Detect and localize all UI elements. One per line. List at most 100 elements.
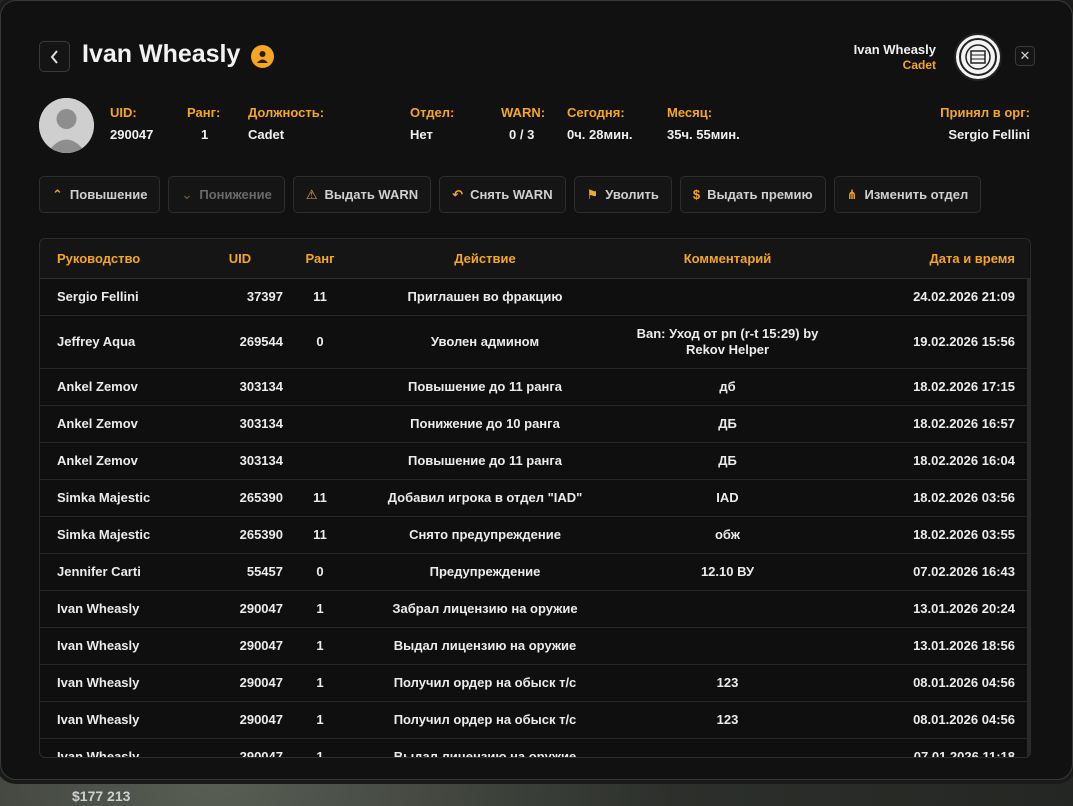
page-title: Ivan Wheasly <box>82 40 241 68</box>
cell-date: 18.02.2026 03:56 <box>840 479 1029 517</box>
coin-icon: $ <box>692 187 701 202</box>
cell-uid: 303134 <box>195 405 285 443</box>
cell-rank: 1 <box>285 627 355 665</box>
cell-date: 07.01.2026 11:18 <box>840 738 1029 757</box>
cell-rank: 11 <box>285 516 355 554</box>
column-header-comment: Комментарий <box>615 239 840 279</box>
cell-rank <box>285 405 355 443</box>
info-department: Отдел: Нет <box>410 105 455 142</box>
cell-rank: 1 <box>285 664 355 702</box>
table-row[interactable]: Jennifer Carti 55457 0 Предупреждение 12.10 … <box>40 553 1029 591</box>
cell-comment: 123 <box>615 701 840 739</box>
table-scrollbar[interactable] <box>1027 278 1030 757</box>
cell-uid: 265390 <box>195 479 285 517</box>
chevron-up-icon: ⌃ <box>52 187 63 202</box>
table-row[interactable]: Ankel Zemov 303134 Понижение до 10 ранга ДБ… <box>40 405 1029 443</box>
table-row[interactable]: Simka Majestic 265390 11 Добавил игрока в о… <box>40 479 1029 517</box>
cell-uid: 303134 <box>195 442 285 480</box>
cell-action: Понижение до 10 ранга <box>355 405 615 443</box>
chevron-down-icon: ⌄ <box>181 187 193 202</box>
column-header-uid: UID <box>195 239 285 279</box>
cell-lead: Ankel Zemov <box>40 405 195 443</box>
cell-rank <box>285 368 355 406</box>
column-header-rank: Ранг <box>285 239 355 279</box>
cell-uid: 290047 <box>195 664 285 702</box>
give-warn-button[interactable]: ⚠ Выдать WARN <box>292 176 432 213</box>
close-icon: ✕ <box>1019 48 1031 63</box>
cell-action: Приглашен во фракцию <box>355 278 615 316</box>
fire-button[interactable]: ⚑ Уволить <box>573 176 672 213</box>
promote-button[interactable]: ⌃ Повышение <box>39 176 161 213</box>
cell-uid: 290047 <box>195 701 285 739</box>
cell-date: 18.02.2026 17:15 <box>840 368 1029 406</box>
cell-rank: 1 <box>285 738 355 757</box>
info-month: Месяц: 35ч. 55мин. <box>667 105 740 142</box>
info-accepted-by: Принял в орг: Sergio Fellini <box>940 105 1030 142</box>
cell-action: Получил ордер на обыск т/с <box>355 664 615 702</box>
info-today: Сегодня: 0ч. 28мин. <box>567 105 633 142</box>
cell-action: Предупреждение <box>355 553 615 591</box>
money-hud: $177 213 <box>72 788 131 804</box>
cell-date: 08.01.2026 04:56 <box>840 664 1029 702</box>
table-row[interactable]: Ivan Wheasly 290047 1 Выдал лицензию на ору… <box>40 627 1029 665</box>
cell-comment: 12.10 ВУ <box>615 553 840 591</box>
cell-date: 13.01.2026 18:56 <box>840 627 1029 665</box>
close-button[interactable]: ✕ <box>1015 46 1035 66</box>
history-table: Руководство UID Ранг Действие Комментари… <box>39 238 1031 758</box>
fire-person-icon: ⚑ <box>586 187 599 202</box>
cell-uid: 265390 <box>195 516 285 554</box>
remove-warn-button[interactable]: ↶ Снять WARN <box>439 176 566 213</box>
demote-button[interactable]: ⌄ Понижение <box>168 176 285 213</box>
avatar <box>39 98 94 153</box>
cell-comment: дб <box>615 368 840 406</box>
cell-date: 13.01.2026 20:24 <box>840 590 1029 628</box>
change-department-button[interactable]: ⋔ Изменить отдел <box>833 176 982 213</box>
action-bar: ⌃ Повышение ⌄ Понижение ⚠ Выдать WARN ↶ … <box>39 176 982 213</box>
cell-uid: 55457 <box>195 553 285 591</box>
give-bonus-button[interactable]: $ Выдать премию <box>679 176 826 213</box>
member-profile-window: Ivan Wheasly Ivan Wheasly Cadet ✕ UID: 2… <box>0 0 1073 780</box>
table-row[interactable]: Ivan Wheasly 290047 1 Выдал лицензию на ору… <box>40 738 1029 757</box>
cell-lead: Ivan Wheasly <box>40 627 195 665</box>
cell-action: Снято предупреждение <box>355 516 615 554</box>
cell-action: Уволен админом <box>355 315 615 369</box>
current-user-name: Ivan Wheasly <box>853 42 936 57</box>
cell-action: Добавил игрока в отдел "IAD" <box>355 479 615 517</box>
table-row[interactable]: Ivan Wheasly 290047 1 Забрал лицензию на ор… <box>40 590 1029 628</box>
cell-lead: Ivan Wheasly <box>40 738 195 757</box>
info-warn: WARN: 0 / 3 <box>501 105 546 142</box>
cell-lead: Ankel Zemov <box>40 368 195 406</box>
cell-date: 08.01.2026 04:56 <box>840 701 1029 739</box>
cell-uid: 290047 <box>195 738 285 757</box>
cell-lead: Jennifer Carti <box>40 553 195 591</box>
cell-lead: Simka Majestic <box>40 516 195 554</box>
cell-date: 07.02.2026 16:43 <box>840 553 1029 591</box>
table-row[interactable]: Simka Majestic 265390 11 Снято предупрежден… <box>40 516 1029 554</box>
cell-date: 18.02.2026 03:55 <box>840 516 1029 554</box>
table-row[interactable]: Ankel Zemov 303134 Повышение до 11 ранга дб… <box>40 368 1029 406</box>
cell-uid: 269544 <box>195 315 285 369</box>
cell-action: Забрал лицензию на оружие <box>355 590 615 628</box>
back-button[interactable] <box>39 41 70 72</box>
info-rank: Ранг: 1 <box>187 105 221 142</box>
cell-comment: 123 <box>615 664 840 702</box>
table-row[interactable]: Sergio Fellini 37397 11 Приглашен во фракци… <box>40 278 1029 316</box>
table-row[interactable]: Ankel Zemov 303134 Повышение до 11 ранга ДБ… <box>40 442 1029 480</box>
cell-lead: Ivan Wheasly <box>40 664 195 702</box>
cell-lead: Ankel Zemov <box>40 442 195 480</box>
cell-lead: Simka Majestic <box>40 479 195 517</box>
current-user-rank: Cadet <box>902 58 936 72</box>
cell-lead: Jeffrey Aqua <box>40 315 195 369</box>
table-row[interactable]: Jeffrey Aqua 269544 0 Уволен админом Ban: Ух… <box>40 315 1029 369</box>
cell-comment <box>615 278 840 316</box>
cell-uid: 303134 <box>195 368 285 406</box>
cell-date: 18.02.2026 16:57 <box>840 405 1029 443</box>
current-user: Ivan Wheasly Cadet <box>854 42 936 72</box>
cell-action: Выдал лицензию на оружие <box>355 738 615 757</box>
table-row[interactable]: Ivan Wheasly 290047 1 Получил ордер на обыс… <box>40 664 1029 702</box>
column-header-lead: Руководство <box>40 239 195 279</box>
table-row[interactable]: Ivan Wheasly 290047 1 Получил ордер на обыс… <box>40 701 1029 739</box>
cell-action: Повышение до 11 ранга <box>355 368 615 406</box>
cell-lead: Ivan Wheasly <box>40 701 195 739</box>
cell-date: 24.02.2026 21:09 <box>840 278 1029 316</box>
